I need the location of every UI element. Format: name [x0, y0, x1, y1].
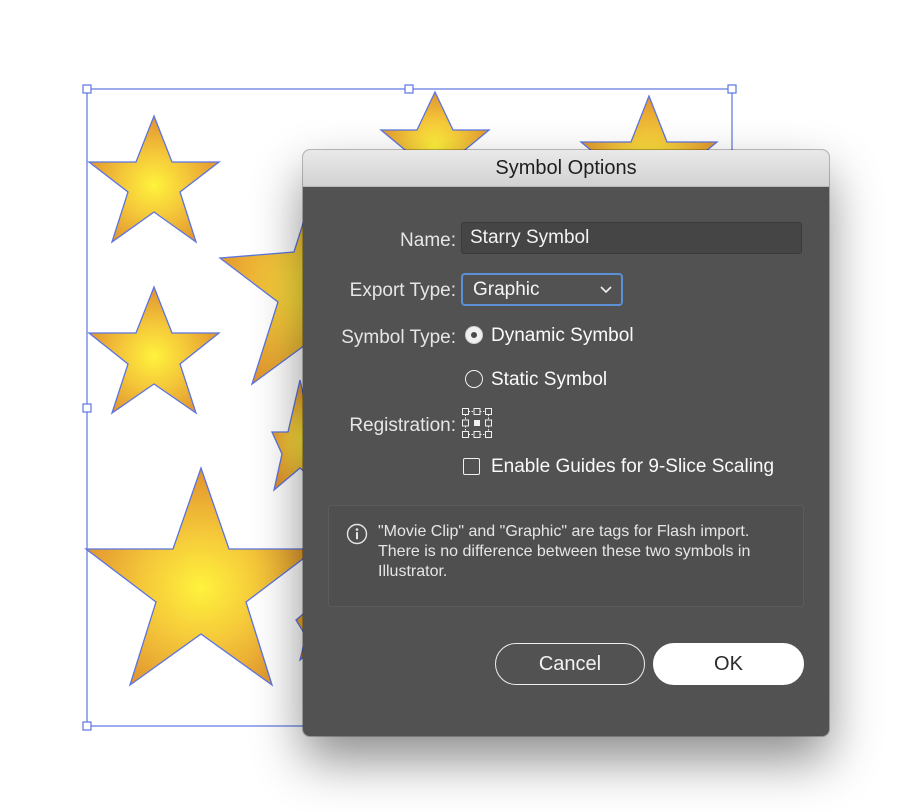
resize-handle[interactable]	[82, 403, 92, 413]
dynamic-symbol-radio[interactable]	[465, 326, 483, 344]
name-label: Name:	[400, 230, 456, 251]
resize-handle[interactable]	[404, 84, 414, 94]
star-shape[interactable]	[87, 285, 221, 415]
star-shape[interactable]	[87, 114, 221, 244]
resize-handle[interactable]	[82, 721, 92, 731]
symbol-options-dialog: Symbol Options Name: Export Type: Graphi…	[303, 150, 829, 736]
info-icon	[346, 523, 368, 545]
export-type-select[interactable]: Graphic	[461, 273, 623, 306]
name-input[interactable]	[461, 222, 802, 254]
symbol-type-label: Symbol Type:	[341, 327, 456, 348]
registration-grid-icon[interactable]	[461, 407, 493, 439]
info-text: "Movie Clip" and "Graphic" are tags for …	[378, 523, 751, 580]
nine-slice-label[interactable]: Enable Guides for 9-Slice Scaling	[491, 456, 774, 478]
export-type-value: Graphic	[473, 279, 540, 300]
resize-handle[interactable]	[82, 84, 92, 94]
chevron-down-icon	[600, 286, 612, 294]
static-symbol-radio[interactable]	[465, 370, 483, 388]
registration-label: Registration:	[349, 415, 456, 436]
static-symbol-label[interactable]: Static Symbol	[491, 369, 607, 391]
cancel-button[interactable]: Cancel	[495, 643, 645, 685]
ok-button[interactable]: OK	[653, 643, 804, 685]
star-shape[interactable]	[84, 466, 318, 687]
info-panel: "Movie Clip" and "Graphic" are tags for …	[328, 505, 804, 607]
resize-handle[interactable]	[727, 84, 737, 94]
nine-slice-checkbox[interactable]	[463, 458, 480, 475]
export-type-label: Export Type:	[349, 280, 456, 301]
dialog-title: Symbol Options	[303, 150, 829, 187]
dynamic-symbol-label[interactable]: Dynamic Symbol	[491, 325, 634, 347]
